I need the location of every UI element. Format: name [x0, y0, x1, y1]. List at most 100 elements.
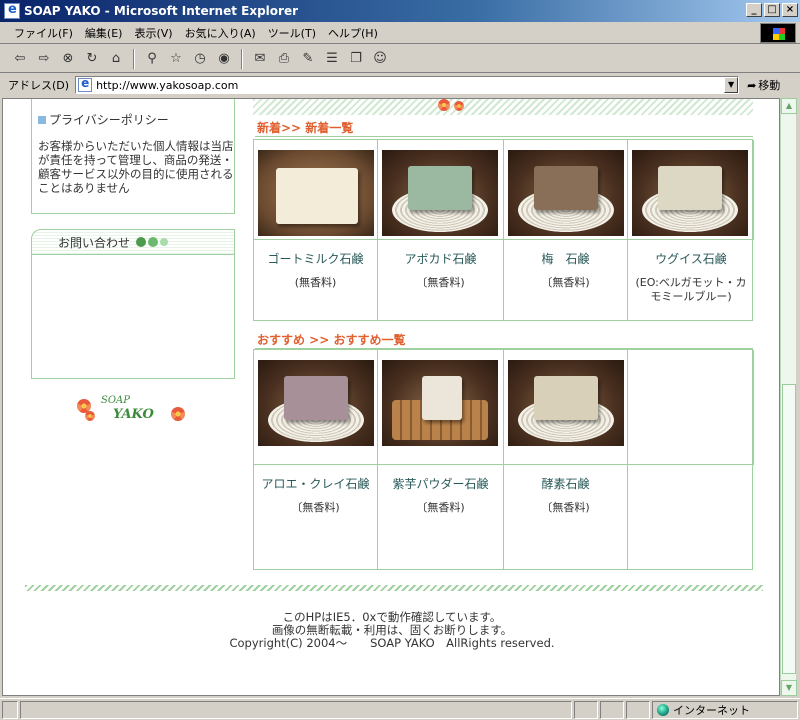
product-photo[interactable]	[508, 150, 624, 236]
contact-title: お問い合わせ	[58, 235, 131, 250]
product-image-cell	[378, 350, 504, 465]
product-image-cell	[504, 140, 628, 240]
copyright: Copyright(C) 2004～ SOAP YAKO AllRights r…	[229, 636, 555, 650]
edit-icon[interactable]: ✎	[298, 49, 318, 69]
menu-file[interactable]: ファイル(F)	[8, 23, 79, 43]
empty-cell	[628, 350, 754, 465]
window-title: SOAP YAKO - Microsoft Internet Explorer	[24, 4, 299, 18]
vertical-scrollbar[interactable]: ▲ ▼	[780, 98, 797, 696]
go-arrow-icon: ➦	[747, 78, 757, 92]
mail-icon[interactable]: ✉	[250, 49, 270, 69]
menu-view[interactable]: 表示(V)	[128, 23, 178, 43]
history-icon[interactable]: ◷	[190, 49, 210, 69]
page-viewport: プライバシーポリシー お客様からいただいた個人情報は当店が責任を持って管理し、商…	[2, 98, 780, 696]
menu-bar: ファイル(F) 編集(E) 表示(V) お気に入り(A) ツール(T) ヘルプ(…	[0, 22, 800, 44]
forward-icon[interactable]: ⇨	[34, 49, 54, 69]
address-label: アドレス(D)	[8, 79, 70, 92]
product-name-link[interactable]: アロエ・クレイ石鹸	[254, 475, 377, 492]
refresh-icon[interactable]: ↻	[82, 49, 102, 69]
product-photo[interactable]	[382, 360, 498, 446]
page-icon	[78, 76, 93, 92]
product-note: (無香料)	[294, 276, 337, 289]
status-lock	[600, 700, 624, 719]
soap-bar	[422, 376, 462, 420]
product-note: 〔無香料)	[416, 276, 465, 289]
media-icon[interactable]: ◉	[214, 49, 234, 69]
product-text-cell: 梅 石鹸 〔無香料)	[504, 240, 628, 320]
product-image-cell	[504, 350, 628, 465]
window-titlebar: SOAP YAKO - Microsoft Internet Explorer …	[0, 0, 800, 22]
product-photo[interactable]	[258, 360, 374, 446]
product-note: 〔無香料)	[291, 501, 340, 514]
ie-app-icon	[4, 2, 20, 19]
product-name-link[interactable]: 酵素石鹸	[504, 475, 627, 492]
contact-heading: お問い合わせ	[31, 229, 235, 255]
recommend-products-grid: アロエ・クレイ石鹸 〔無香料) 紫芋パウダー石鹸 〔無香料) 酵素石鹸 〔無香料…	[253, 349, 754, 570]
stop-icon[interactable]: ⊗	[58, 49, 78, 69]
banner-decoration	[278, 99, 498, 113]
menu-favorites[interactable]: お気に入り(A)	[179, 23, 262, 43]
minimize-button[interactable]: _	[746, 3, 762, 17]
discuss-icon[interactable]: ☰	[322, 49, 342, 69]
back-icon[interactable]: ⇦	[10, 49, 30, 69]
product-name-link[interactable]: 紫芋パウダー石鹸	[378, 475, 503, 492]
status-bar: インターネット	[0, 698, 800, 720]
product-image-cell	[628, 140, 754, 240]
product-name-link[interactable]: アボカド石鹸	[378, 250, 503, 267]
scroll-up-arrow-icon[interactable]: ▲	[781, 98, 797, 114]
flower-icon	[438, 99, 450, 111]
toolbar-separator	[241, 48, 243, 69]
toolbar: ⇦ ⇨ ⊗ ↻ ⌂ ⚲ ☆ ◷ ◉ ✉ ⎙ ✎ ☰ ❐ ☺	[0, 45, 800, 73]
product-photo[interactable]	[508, 360, 624, 446]
flower-icon	[454, 101, 464, 111]
messenger-icon[interactable]: ☺	[370, 49, 390, 69]
product-text-cell: ゴートミルク石鹸 (無香料)	[254, 240, 378, 320]
close-button[interactable]: ×	[782, 3, 798, 17]
product-text-cell: 紫芋パウダー石鹸 〔無香料)	[378, 465, 504, 569]
new-section-title[interactable]: 新着>> 新着一覧	[255, 119, 753, 137]
scroll-thumb[interactable]	[782, 384, 796, 674]
product-name-link[interactable]: ゴートミルク石鹸	[254, 250, 377, 267]
search-icon[interactable]: ⚲	[142, 49, 162, 69]
product-note: 〔無香料)	[416, 501, 465, 514]
product-text-cell: アボカド石鹸 〔無香料)	[378, 240, 504, 320]
flower-icon	[171, 407, 185, 421]
logo-yako-text: YAKO	[113, 407, 154, 422]
go-label: 移動	[758, 79, 781, 92]
address-url: http://www.yakosoap.com	[96, 78, 239, 92]
soap-yako-logo[interactable]: SOAP YAKO	[73, 395, 193, 429]
address-input[interactable]: http://www.yakosoap.com ▼	[75, 76, 740, 94]
soap-bar	[276, 168, 358, 224]
new-products-grid: ゴートミルク石鹸 (無香料) アボカド石鹸 〔無香料) 梅 石鹸 〔無香料) ウ…	[253, 139, 754, 321]
product-name-link[interactable]: ウグイス石鹸	[628, 250, 754, 267]
privacy-title[interactable]: プライバシーポリシー	[38, 111, 169, 128]
window-controls: _ □ ×	[746, 3, 798, 17]
bullet-square-icon	[38, 115, 46, 124]
product-photo[interactable]	[632, 150, 748, 236]
favorites-icon[interactable]: ☆	[166, 49, 186, 69]
product-photo[interactable]	[382, 150, 498, 236]
home-icon[interactable]: ⌂	[106, 49, 126, 69]
maximize-button[interactable]: □	[764, 3, 780, 17]
zone-label: インターネット	[673, 703, 750, 717]
menu-edit[interactable]: 編集(E)	[79, 23, 129, 43]
dots-icon	[136, 237, 169, 247]
status-privacy	[626, 700, 650, 719]
product-note: (EO:ベルガモット・カモミールブルー)	[635, 276, 747, 303]
research-icon[interactable]: ❐	[346, 49, 366, 69]
globe-icon	[657, 703, 669, 716]
print-icon[interactable]: ⎙	[274, 49, 294, 69]
security-zone[interactable]: インターネット	[652, 700, 798, 719]
recommend-section-title[interactable]: おすすめ >> おすすめ一覧	[255, 331, 753, 349]
scroll-down-arrow-icon[interactable]: ▼	[781, 680, 797, 696]
toolbar-separator	[133, 48, 135, 69]
address-dropdown-button[interactable]: ▼	[724, 77, 739, 93]
product-text-cell: 酵素石鹸 〔無香料)	[504, 465, 628, 569]
go-button[interactable]: ➦ 移動	[747, 77, 780, 93]
product-image-cell	[378, 140, 504, 240]
menu-tools[interactable]: ツール(T)	[262, 23, 322, 43]
product-text-cell: ウグイス石鹸 (EO:ベルガモット・カモミールブルー)	[628, 240, 754, 320]
product-name-link[interactable]: 梅 石鹸	[504, 250, 627, 267]
menu-help[interactable]: ヘルプ(H)	[322, 23, 384, 43]
product-photo[interactable]	[258, 150, 374, 236]
